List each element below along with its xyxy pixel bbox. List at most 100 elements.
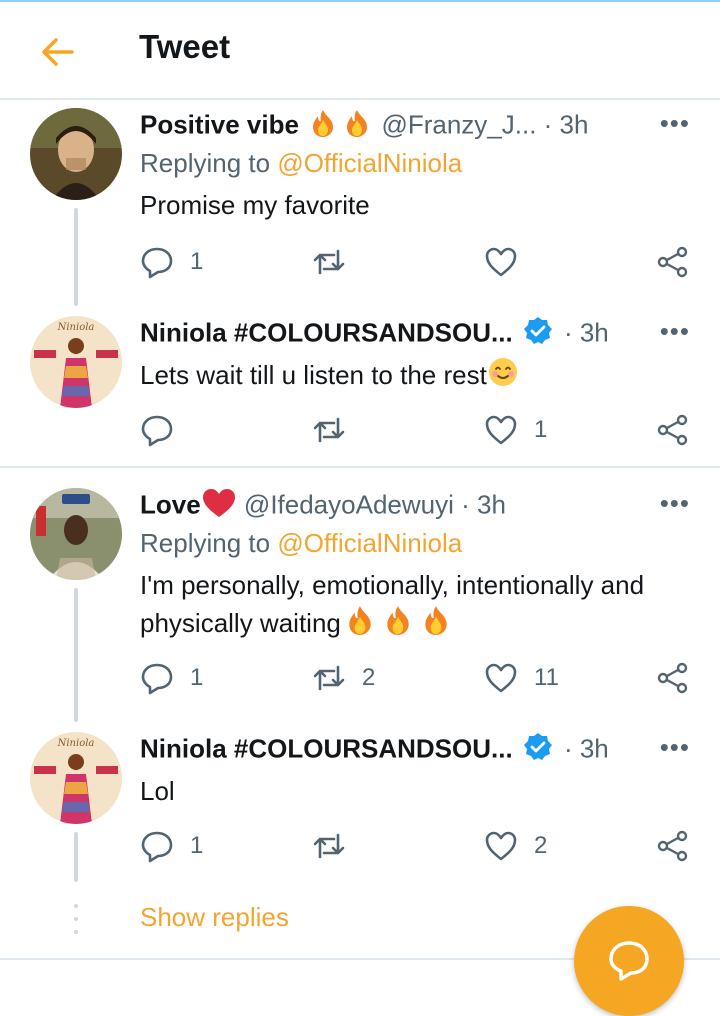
like-button[interactable]: 2 (484, 826, 547, 866)
compose-icon (609, 941, 649, 981)
svg-text:Niniola: Niniola (57, 738, 95, 749)
more-options-button[interactable]: ••• (660, 732, 690, 763)
tweet-meta: Niniola #COLOURSANDSOU... · 3h ••• (140, 316, 690, 350)
avatar[interactable] (30, 108, 122, 200)
replying-to: Replying to @OfficialNiniola (140, 528, 463, 558)
reply-icon (141, 663, 173, 695)
mention-link[interactable]: @OfficialNiniola (277, 528, 462, 558)
author-name[interactable]: Niniola #COLOURSANDSOU... (140, 733, 513, 763)
fire-emoji-icon (417, 604, 455, 646)
tweet[interactable]: Positive vibe @Franzy_J... · 3h ••• Repl… (0, 108, 720, 308)
tweet-actions: 1 2 11 (140, 658, 690, 698)
reply-count: 1 (190, 664, 204, 691)
tweet-text: Lol (140, 776, 175, 806)
more-options-button[interactable]: ••• (660, 316, 690, 347)
tweet-actions: 1 (140, 242, 690, 282)
fire-emoji-icon (306, 108, 340, 145)
page-title: Tweet (139, 28, 231, 65)
show-replies-link[interactable]: Show replies (140, 902, 289, 933)
like-icon (485, 415, 517, 445)
author-name[interactable]: Positive vibe (140, 109, 299, 139)
share-button[interactable] (656, 826, 690, 866)
retweet-icon (313, 249, 345, 275)
fire-emoji-icon (379, 604, 417, 646)
retweet-icon (313, 417, 345, 443)
tweet-actions: 1 (140, 410, 690, 450)
fire-emoji-icon (341, 604, 379, 646)
thread-line (74, 832, 78, 882)
verified-badge-icon (523, 316, 553, 353)
thread-more-dots (74, 904, 78, 934)
share-button[interactable] (656, 658, 690, 698)
retweet-button[interactable]: 2 (312, 658, 375, 698)
share-icon (657, 246, 688, 278)
like-icon (485, 663, 517, 693)
like-icon (485, 247, 517, 277)
avatar[interactable] (30, 488, 122, 580)
tweet[interactable]: Niniola Niniola #COLOURSANDSOU... · 3h •… (0, 316, 720, 466)
share-icon (657, 662, 688, 694)
thread-line (74, 208, 78, 306)
verified-badge-icon (523, 732, 553, 769)
reply-button[interactable]: 1 (140, 658, 203, 698)
avatar[interactable]: Niniola (30, 316, 122, 408)
author-name[interactable]: Niniola #COLOURSANDSOU... (140, 317, 513, 347)
author-handle[interactable]: @IfedayoAdewuyi (244, 489, 454, 519)
retweet-button[interactable] (312, 242, 362, 282)
replying-to: Replying to @OfficialNiniola (140, 148, 463, 178)
like-count: 2 (534, 832, 548, 859)
tweet-text: I'm personally, emotionally, intentional… (140, 566, 690, 646)
share-icon (657, 830, 688, 862)
retweet-count: 2 (362, 664, 376, 691)
tweet[interactable]: Niniola Niniola #COLOURSANDSOU... · 3h •… (0, 732, 720, 882)
like-button[interactable] (484, 242, 534, 282)
retweet-button[interactable] (312, 826, 362, 866)
back-button[interactable] (38, 34, 78, 70)
heart-emoji-icon (201, 488, 237, 525)
smiling-emoji-icon (487, 356, 519, 398)
reply-icon (141, 831, 173, 863)
mention-link[interactable]: @OfficialNiniola (277, 148, 462, 178)
share-button[interactable] (656, 410, 690, 450)
like-count: 11 (534, 664, 559, 691)
retweet-icon (313, 833, 345, 859)
back-arrow-icon (42, 38, 74, 66)
like-count: 1 (534, 416, 548, 443)
tweet-meta: Niniola #COLOURSANDSOU... · 3h ••• (140, 732, 690, 766)
author-handle[interactable]: @Franzy_J... (381, 109, 536, 139)
tweet-time: · 3h (563, 317, 609, 348)
author-name[interactable]: Love (140, 489, 201, 519)
svg-text:Niniola: Niniola (57, 322, 95, 333)
reply-icon (141, 247, 173, 279)
retweet-icon (313, 665, 345, 691)
reply-count: 1 (190, 248, 204, 275)
like-button[interactable]: 11 (484, 658, 559, 698)
reply-icon (141, 415, 173, 447)
tweet-text: Lets wait till u listen to the rest (140, 356, 690, 398)
tweet[interactable]: Love @IfedayoAdewuyi · 3h ••• Replying t… (0, 488, 720, 724)
reply-count: 1 (190, 832, 204, 859)
tweet-meta: Love @IfedayoAdewuyi · 3h ••• (140, 488, 690, 522)
like-icon (485, 831, 517, 861)
more-options-button[interactable]: ••• (660, 108, 690, 139)
tweet-text: Promise my favorite (140, 190, 370, 220)
share-icon (657, 414, 688, 446)
tweet-time: · 3h (461, 489, 506, 520)
reply-button[interactable]: 1 (140, 826, 203, 866)
avatar[interactable]: Niniola (30, 732, 122, 824)
thread-line (74, 588, 78, 722)
tweet-meta: Positive vibe @Franzy_J... · 3h ••• (140, 108, 690, 142)
reply-button[interactable] (140, 410, 190, 450)
like-button[interactable]: 1 (484, 410, 547, 450)
tweet-time: · 3h (543, 109, 589, 140)
retweet-button[interactable] (312, 410, 362, 450)
divider (0, 466, 720, 468)
tweet-actions: 1 2 (140, 826, 690, 866)
app-header: Tweet (0, 2, 720, 100)
more-options-button[interactable]: ••• (660, 488, 690, 519)
reply-button[interactable]: 1 (140, 242, 203, 282)
compose-button[interactable] (574, 906, 684, 1016)
fire-emoji-icon (340, 108, 374, 145)
share-button[interactable] (656, 242, 690, 282)
tweet-time: · 3h (563, 733, 609, 764)
